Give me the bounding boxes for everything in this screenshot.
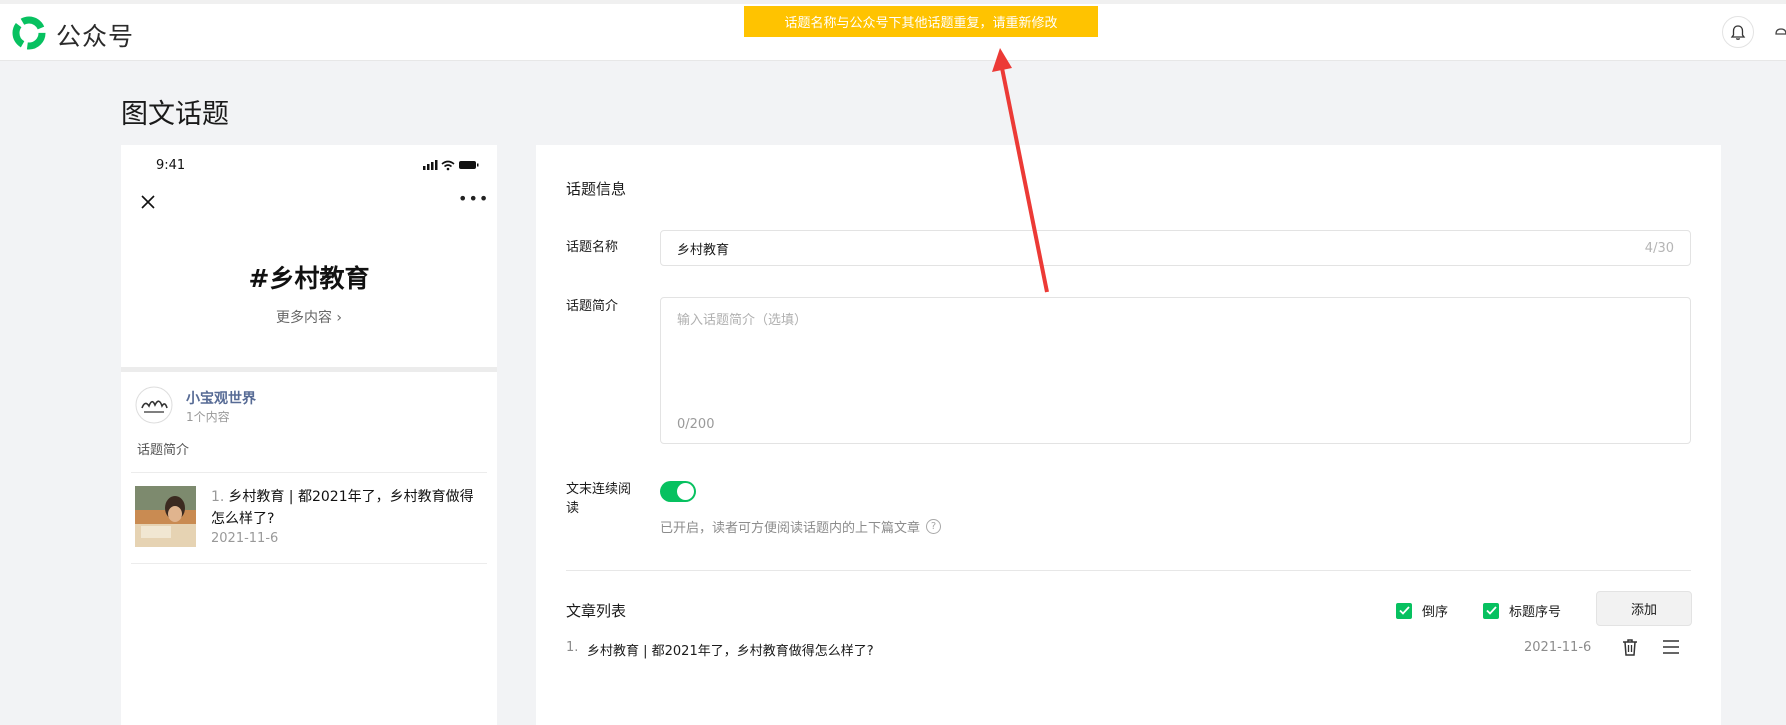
page-title: 图文话题 (121, 99, 229, 130)
topic-intro-label: 话题简介 (566, 299, 619, 314)
notification-bell-icon[interactable] (1722, 16, 1754, 48)
topic-intro-textarea[interactable]: 输入话题简介（选填） 0/200 (660, 297, 1691, 444)
article-list-title: 文章列表 (566, 602, 627, 620)
brand-title[interactable]: 公众号 (56, 17, 134, 53)
continuous-reading-label: 文末连续阅 读 (566, 480, 631, 518)
topic-form-card: 话题信息 话题名称 乡村教育 4/30 话题简介 输入话题简介（选填） 0/20… (536, 145, 1721, 725)
status-bar-icons (423, 160, 479, 171)
card-divider (566, 570, 1691, 571)
article-row-title[interactable]: 乡村教育 | 都2021年了，乡村教育做得怎么样了? (587, 640, 874, 659)
add-article-button[interactable]: 添加 (1596, 591, 1692, 626)
preview-separator (131, 563, 487, 564)
preview-intro-label: 话题简介 (137, 443, 190, 458)
preview-divider (121, 367, 497, 372)
continuous-reading-desc-text: 已开启，读者可方便阅读话题内的上下篇文章 (660, 521, 921, 536)
top-edge-line (0, 0, 1786, 4)
article-row-date: 2021-11-6 (1524, 640, 1592, 655)
title-numbering-label: 标题序号 (1509, 605, 1562, 620)
topic-name-label: 话题名称 (566, 240, 619, 255)
account-avatar (135, 386, 173, 424)
delete-icon[interactable] (1620, 637, 1640, 657)
checkbox-checked-icon (1396, 602, 1412, 619)
topic-name-value: 乡村教育 (677, 242, 730, 258)
account-content-count: 1个内容 (186, 410, 230, 424)
title-numbering-checkbox[interactable]: 标题序号 (1483, 601, 1561, 620)
continuous-reading-description: 已开启，读者可方便阅读话题内的上下篇文章 ? (660, 517, 942, 536)
continuous-reading-label-line1: 文末连续阅 (566, 482, 632, 497)
status-time: 9:41 (156, 158, 186, 173)
preview-article-num: 1. (211, 489, 225, 505)
section-title: 话题信息 (566, 180, 627, 198)
account-name[interactable]: 小宝观世界 (186, 388, 256, 408)
article-thumbnail[interactable] (135, 486, 196, 547)
reverse-order-label: 倒序 (1422, 605, 1449, 620)
article-row-num: 1. (566, 640, 579, 655)
help-icon[interactable]: ? (926, 519, 942, 534)
topic-name-counter: 4/30 (1644, 240, 1674, 256)
topic-intro-counter: 0/200 (677, 417, 715, 432)
reverse-order-checkbox[interactable]: 倒序 (1396, 601, 1448, 620)
more-options-icon[interactable]: ••• (458, 189, 488, 209)
continuous-reading-label-line2: 读 (566, 501, 580, 516)
topic-name-input[interactable]: 乡村教育 4/30 (660, 230, 1691, 266)
more-content-link[interactable]: 更多内容 › (121, 307, 497, 327)
preview-separator (131, 472, 487, 473)
wechat-official-logo-icon[interactable] (11, 15, 47, 51)
phone-preview: 9:41 ••• #乡村教育 更多内容 › 小宝观世界 1个内容 话题简介 1.… (121, 145, 497, 725)
topic-intro-placeholder: 输入话题简介（选填） (677, 313, 808, 328)
toggle-knob (677, 483, 694, 500)
checkbox-checked-icon (1483, 602, 1499, 619)
preview-topic-title: #乡村教育 (248, 264, 370, 293)
preview-header (121, 145, 497, 367)
user-menu-icon[interactable] (1774, 24, 1786, 38)
preview-article-title-text: 乡村教育 | 都2021年了，乡村教育做得怎么样了? (211, 489, 474, 527)
preview-article-date: 2021-11-6 (211, 531, 279, 546)
continuous-reading-toggle[interactable] (660, 481, 696, 502)
drag-handle-icon[interactable] (1661, 637, 1681, 657)
preview-article-title[interactable]: 1. 乡村教育 | 都2021年了，乡村教育做得怎么样了? (211, 486, 481, 530)
error-toast: 话题名称与公众号下其他话题重复，请重新修改 (744, 6, 1098, 37)
close-icon[interactable] (137, 191, 159, 213)
